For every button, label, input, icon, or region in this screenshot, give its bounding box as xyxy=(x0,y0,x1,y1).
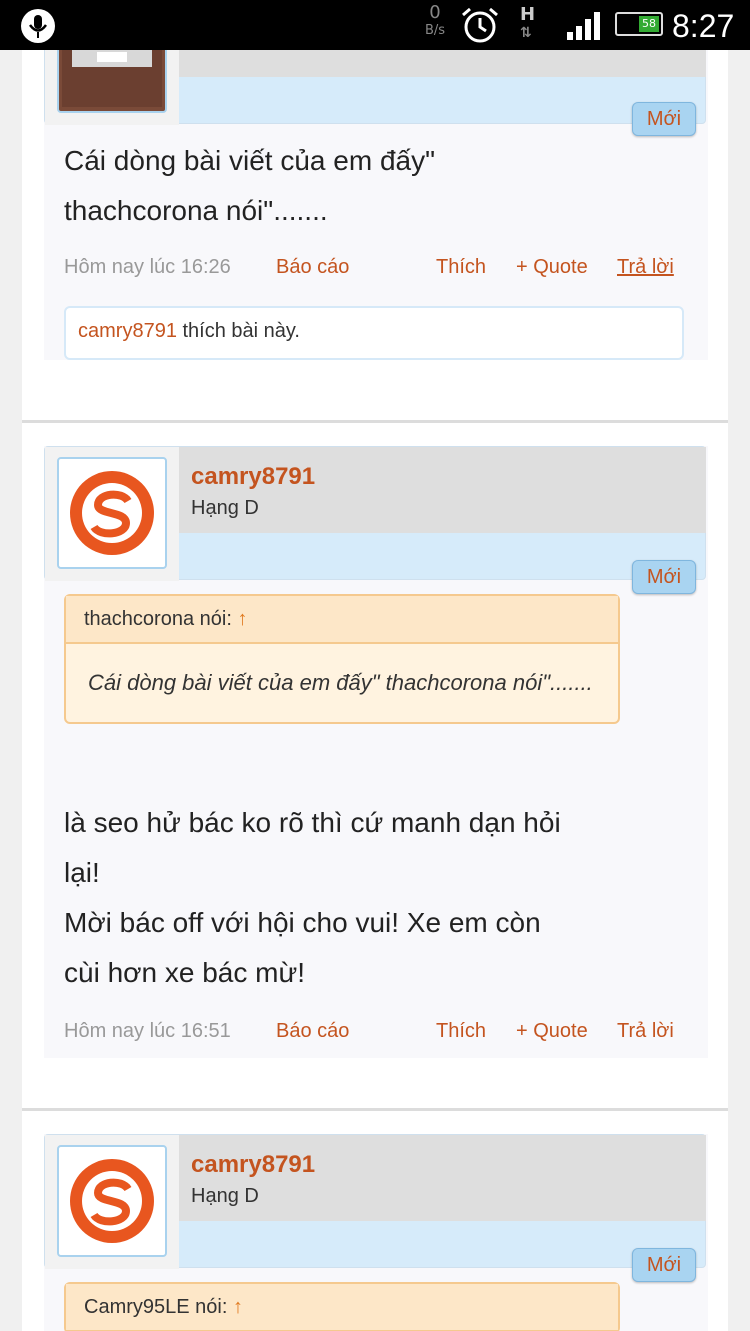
quote-header: thachcorona nói: ↑ xyxy=(66,596,618,644)
post-3: camry8791 Hạng D Mới Camry95LE nói: ↑ xyxy=(44,1134,708,1331)
post-body: Cái dòng bài viết của em đấy" thachcoron… xyxy=(64,145,436,226)
like-link[interactable]: Thích xyxy=(436,1020,486,1043)
post-1: Mới Cái dòng bài viết của em đấy" thachc… xyxy=(44,50,708,360)
avatar[interactable] xyxy=(57,1145,167,1257)
post-body: là seo hử bác ko rõ thì cứ manh dạn hỏi … xyxy=(64,807,561,988)
likes-summary: camry8791 thích bài này. xyxy=(64,306,684,360)
post-meta: Hôm nay lúc 16:26 Báo cáo Thích + Quote … xyxy=(64,256,684,286)
battery-icon: 58 xyxy=(615,12,663,36)
new-badge-button[interactable]: Mới xyxy=(632,560,696,594)
alarm-icon xyxy=(458,6,502,48)
user-box: camry8791 Hạng D xyxy=(44,1134,706,1269)
clock: 8:27 xyxy=(672,8,735,44)
reply-link[interactable]: Trả lời xyxy=(617,1020,674,1043)
post-date: Hôm nay lúc 16:51 xyxy=(64,1020,231,1042)
post-2: camry8791 Hạng D Mới thachcorona nói: ↑ … xyxy=(44,446,708,1058)
new-badge-button[interactable]: Mới xyxy=(632,1248,696,1282)
signal-type: H ⇅ xyxy=(520,4,536,41)
thread-page: Mới Cái dòng bài viết của em đấy" thachc… xyxy=(22,50,728,1331)
avatar[interactable] xyxy=(57,457,167,569)
username-link[interactable]: camry8791 xyxy=(191,463,315,491)
post-divider xyxy=(22,420,728,423)
quote-block: thachcorona nói: ↑ Cái dòng bài viết của… xyxy=(64,594,620,724)
username-link[interactable]: camry8791 xyxy=(191,1151,315,1179)
like-link[interactable]: Thích xyxy=(436,256,486,279)
quote-text: Cái dòng bài viết của em đấy" thachcoron… xyxy=(88,670,593,695)
report-link[interactable]: Báo cáo xyxy=(276,1020,349,1043)
liker-link[interactable]: camry8791 xyxy=(78,320,177,342)
quote-link[interactable]: + Quote xyxy=(516,256,588,279)
reply-link[interactable]: Trả lời xyxy=(617,256,674,279)
quote-link[interactable]: + Quote xyxy=(516,1020,588,1043)
user-rank: Hạng D xyxy=(191,497,259,519)
jump-to-quote-icon[interactable]: ↑ xyxy=(237,608,247,630)
net-speed: 0 B/s xyxy=(424,2,446,39)
quote-header: Camry95LE nói: ↑ xyxy=(66,1284,618,1331)
post-date: Hôm nay lúc 16:26 xyxy=(64,256,231,278)
quote-block: Camry95LE nói: ↑ xyxy=(64,1282,620,1331)
avatar[interactable] xyxy=(57,50,167,113)
post-divider xyxy=(22,1108,728,1111)
jump-to-quote-icon[interactable]: ↑ xyxy=(233,1296,243,1318)
status-bar: 0 B/s H ⇅ 58 8:27 xyxy=(0,0,750,50)
post-meta: Hôm nay lúc 16:51 Báo cáo Thích + Quote … xyxy=(64,1020,684,1050)
signal-bars-icon xyxy=(565,10,605,44)
user-box xyxy=(44,50,706,125)
user-box: camry8791 Hạng D xyxy=(44,446,706,581)
report-link[interactable]: Báo cáo xyxy=(276,256,349,279)
user-rank: Hạng D xyxy=(191,1185,259,1207)
new-badge-button[interactable]: Mới xyxy=(632,102,696,136)
mic-icon xyxy=(18,8,58,44)
